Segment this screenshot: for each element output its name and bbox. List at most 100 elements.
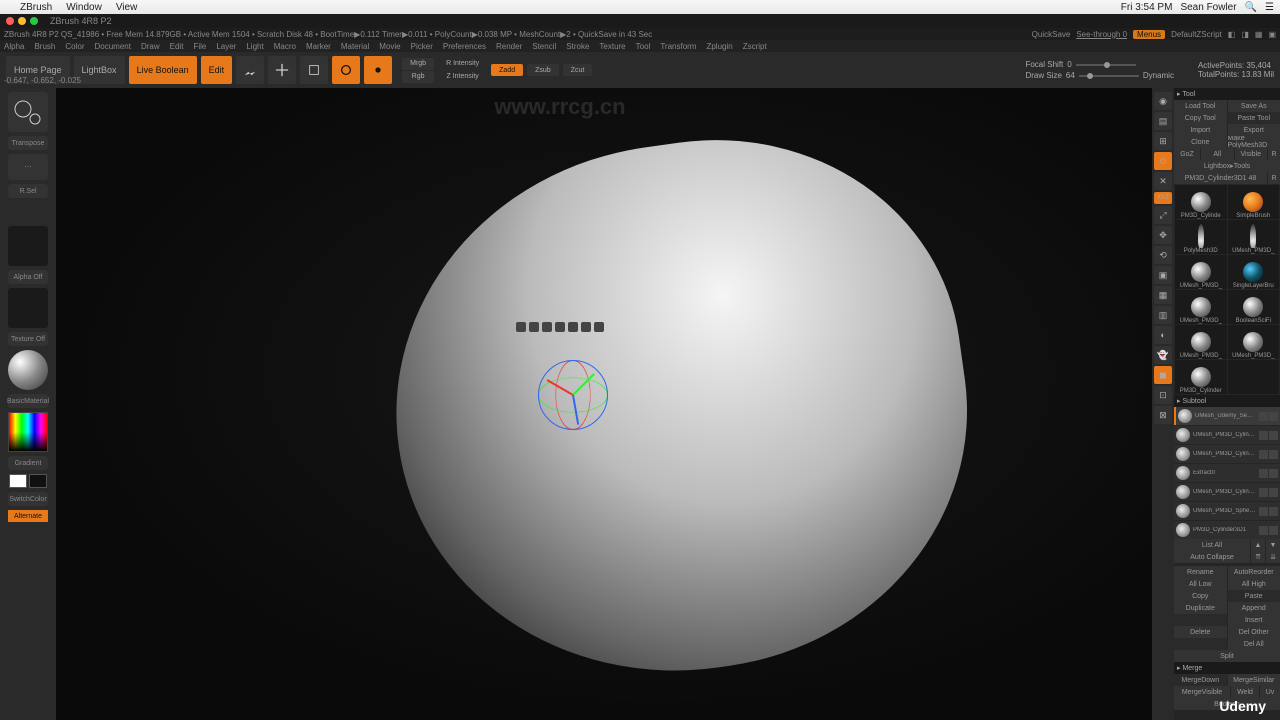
- export-button[interactable]: Export: [1228, 124, 1280, 136]
- rgb-button[interactable]: Rgb: [402, 71, 434, 83]
- move-icon[interactable]: [268, 56, 296, 84]
- menu-item[interactable]: Alpha: [4, 42, 24, 51]
- current-tool-label[interactable]: PM3D_Cylinder3D1 48: [1174, 172, 1267, 184]
- subtool-item[interactable]: UMesh_PM3D_Sphere3D_1: [1174, 502, 1280, 520]
- tool-thumb[interactable]: UMesh_PM3D_: [1175, 255, 1227, 289]
- arrow-down-icon[interactable]: ▼: [1266, 539, 1280, 551]
- gizmo-icon[interactable]: [364, 56, 392, 84]
- shelf-scale-icon[interactable]: ⤢: [1154, 206, 1172, 224]
- shelf-local-icon[interactable]: ⊙: [1154, 152, 1172, 170]
- tool-thumb[interactable]: BooleanSciFi: [1228, 290, 1280, 324]
- list-all-button[interactable]: List All: [1174, 539, 1250, 551]
- menu-item[interactable]: Zplugin: [706, 42, 732, 51]
- texture-slot[interactable]: [8, 288, 48, 328]
- move-down-icon[interactable]: ⇊: [1266, 551, 1280, 563]
- mergedown-button[interactable]: MergeDown: [1174, 674, 1227, 686]
- goz-r-button[interactable]: R: [1268, 148, 1280, 160]
- swatch-main[interactable]: [9, 474, 27, 488]
- auto-collapse-button[interactable]: Auto Collapse: [1174, 551, 1250, 563]
- subtool-item[interactable]: Extract0: [1174, 464, 1280, 482]
- goz-all-button[interactable]: All: [1201, 148, 1234, 160]
- transform-gizmo[interactable]: [538, 360, 618, 440]
- shelf-ghost-icon[interactable]: 👻: [1154, 346, 1172, 364]
- transpose-icon[interactable]: [8, 92, 48, 132]
- mini-icon[interactable]: [516, 322, 526, 332]
- shelf-render-icon[interactable]: ⊠: [1154, 406, 1172, 424]
- status-icon[interactable]: ◨: [1241, 30, 1249, 39]
- subtool-item[interactable]: UMesh_PM3D_Cylinder3D3: [1174, 426, 1280, 444]
- tool-thumb[interactable]: UMesh_PM3D_: [1228, 325, 1280, 359]
- import-button[interactable]: Import: [1174, 124, 1227, 136]
- zcut-button[interactable]: Zcut: [563, 64, 593, 76]
- alpha-slot[interactable]: [8, 226, 48, 266]
- dynamic-label[interactable]: Dynamic: [1143, 71, 1174, 80]
- menu-item[interactable]: Draw: [141, 42, 160, 51]
- mini-icon[interactable]: [555, 322, 565, 332]
- rotate-icon[interactable]: [332, 56, 360, 84]
- menu-item[interactable]: Edit: [170, 42, 184, 51]
- del-all-button[interactable]: Del All: [1228, 638, 1280, 650]
- mergesimilar-button[interactable]: MergeSimilar: [1228, 674, 1280, 686]
- tool-r-button[interactable]: R: [1268, 172, 1280, 184]
- subtool-item[interactable]: UMesh_PM3D_Cylinder3D2: [1174, 445, 1280, 463]
- menu-item[interactable]: Stroke: [566, 42, 589, 51]
- shelf-axis-icon[interactable]: ✕: [1154, 172, 1172, 190]
- tool-thumb[interactable]: UMesh_PM3D_: [1175, 325, 1227, 359]
- menu-item[interactable]: Render: [496, 42, 522, 51]
- subtool-item[interactable]: PM3D_Cylinder3D1: [1174, 521, 1280, 539]
- menu-window[interactable]: Window: [66, 2, 102, 13]
- menu-item[interactable]: Document: [95, 42, 131, 51]
- canvas-area[interactable]: www.rrcg.cn: [56, 88, 1152, 720]
- zsub-button[interactable]: Zsub: [527, 64, 559, 76]
- copy-button[interactable]: Copy: [1174, 590, 1227, 602]
- shelf-persp-icon[interactable]: ▤: [1154, 112, 1172, 130]
- subtool-item[interactable]: UMesh_PM3D_Cylinder3D2: [1174, 483, 1280, 501]
- menu-item[interactable]: Macro: [274, 42, 296, 51]
- tool-thumb[interactable]: PolyMesh3D: [1175, 220, 1227, 254]
- shelf-frame-icon[interactable]: ▣: [1154, 266, 1172, 284]
- tool-thumb[interactable]: PM3D_Cylinde: [1175, 185, 1227, 219]
- menu-item[interactable]: Marker: [306, 42, 331, 51]
- menu-item[interactable]: Picker: [411, 42, 433, 51]
- make-polymesh-button[interactable]: Make PolyMesh3D: [1228, 136, 1280, 148]
- draw-size-slider[interactable]: [1079, 75, 1139, 77]
- mesh-object[interactable]: [362, 108, 999, 707]
- all-low-button[interactable]: All Low: [1174, 578, 1227, 590]
- mrgb-button[interactable]: Mrgb: [402, 58, 434, 70]
- shelf-bpr-icon[interactable]: ◉: [1154, 92, 1172, 110]
- clone-button[interactable]: Clone: [1174, 136, 1227, 148]
- material-sphere[interactable]: [8, 350, 48, 390]
- user-name[interactable]: Sean Fowler: [1180, 2, 1236, 13]
- mini-icon[interactable]: [568, 322, 578, 332]
- menu-item[interactable]: Color: [65, 42, 84, 51]
- quicksave-label[interactable]: QuickSave: [1032, 30, 1071, 39]
- default-zscript[interactable]: DefaultZScript: [1171, 30, 1222, 39]
- seethrough-slider[interactable]: See-through 0: [1076, 30, 1127, 39]
- rsel-icon[interactable]: ⋯: [8, 154, 48, 180]
- alternate-button[interactable]: Alternate: [8, 510, 48, 522]
- mini-icon[interactable]: [542, 322, 552, 332]
- menu-item[interactable]: Material: [341, 42, 369, 51]
- menu-item[interactable]: Preferences: [443, 42, 486, 51]
- del-other-button[interactable]: Del Other: [1228, 626, 1280, 638]
- copy-tool-button[interactable]: Copy Tool: [1174, 112, 1227, 124]
- all-high-button[interactable]: All High: [1228, 578, 1280, 590]
- menu-icon[interactable]: ☰: [1265, 2, 1274, 13]
- shelf-linefill-icon[interactable]: ▥: [1154, 306, 1172, 324]
- tool-thumb[interactable]: SingleLayerBru: [1228, 255, 1280, 289]
- subtool-item[interactable]: UMesh_Udemy_Sessions5: [1174, 407, 1280, 425]
- menu-view[interactable]: View: [116, 2, 138, 13]
- menu-item[interactable]: Movie: [379, 42, 400, 51]
- autoreorder-button[interactable]: AutoReorder: [1228, 566, 1280, 578]
- shelf-move-icon[interactable]: ✥: [1154, 226, 1172, 244]
- shelf-polyf-icon[interactable]: ▦: [1154, 286, 1172, 304]
- tool-thumb[interactable]: PM3D_Cylinder: [1175, 360, 1227, 394]
- paste-button[interactable]: Paste: [1228, 590, 1280, 602]
- menu-item[interactable]: File: [193, 42, 206, 51]
- delete-button[interactable]: Delete: [1174, 626, 1227, 638]
- split-button[interactable]: Split: [1174, 650, 1280, 662]
- duplicate-button[interactable]: Duplicate: [1174, 602, 1227, 614]
- tool-thumb[interactable]: UMesh_PM3D_: [1175, 290, 1227, 324]
- status-icon[interactable]: ▣: [1268, 30, 1276, 39]
- switchcolor-label[interactable]: SwitchColor: [8, 492, 48, 506]
